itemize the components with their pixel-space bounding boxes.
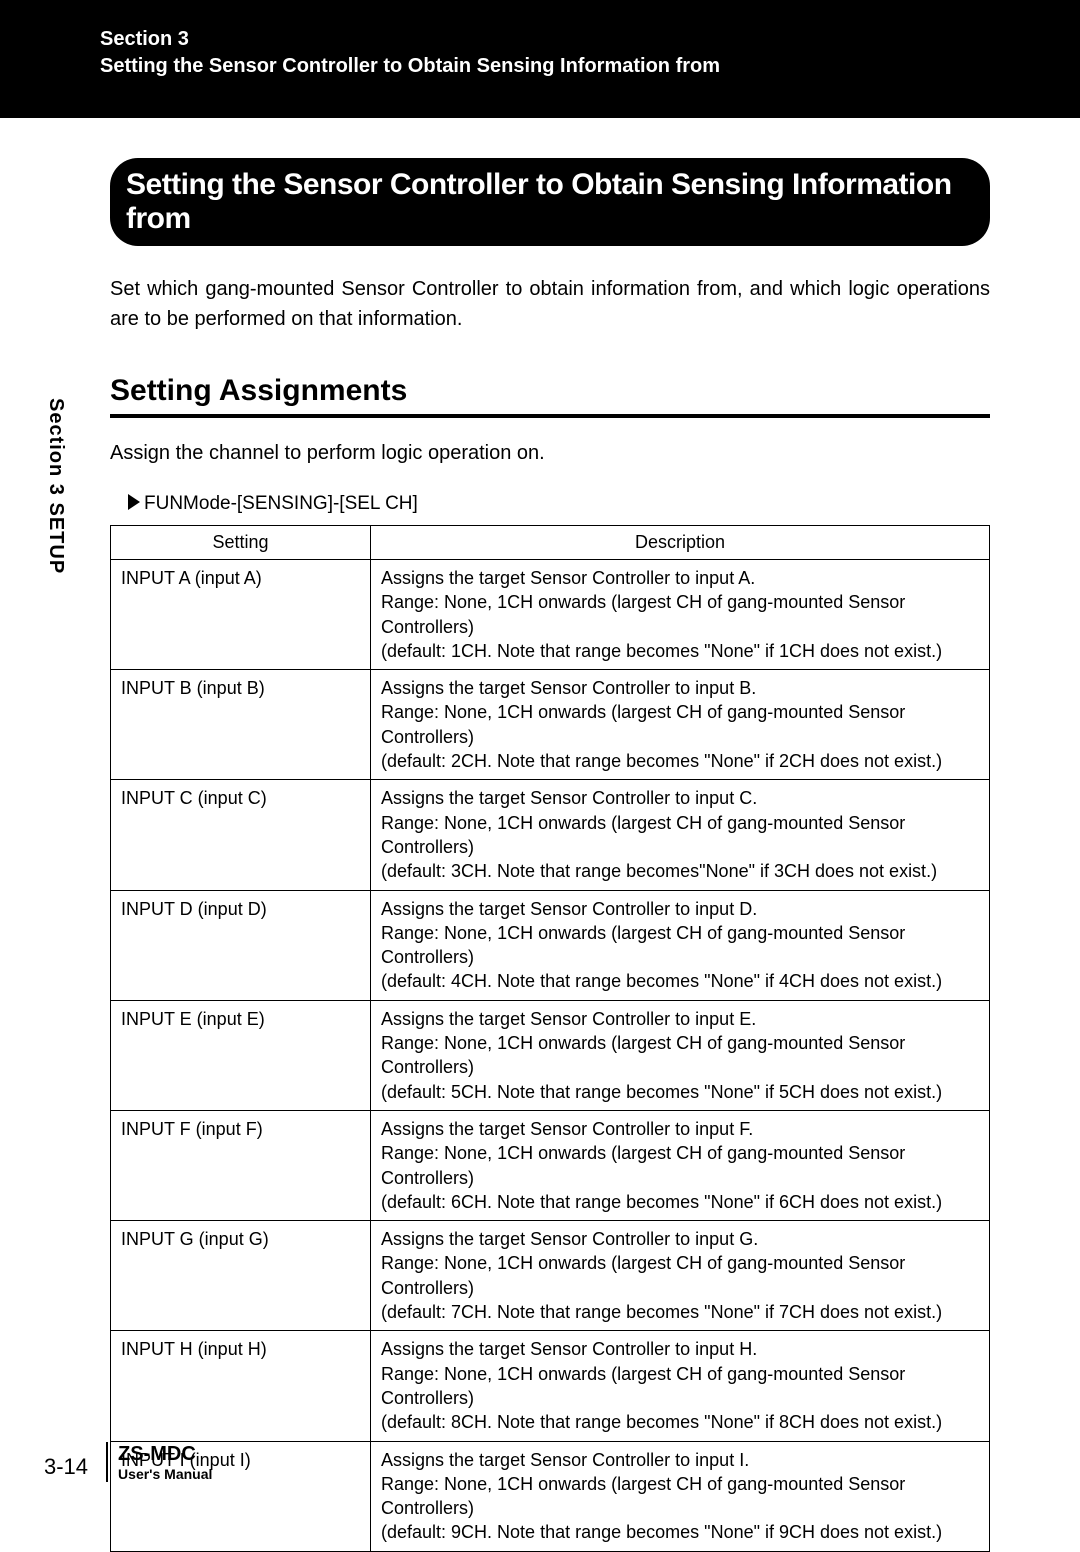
description-cell: Assigns the target Sensor Controller to … xyxy=(371,1110,990,1220)
table-header-setting: Setting xyxy=(111,526,371,560)
table-row: INPUT F (input F)Assigns the target Sens… xyxy=(111,1110,990,1220)
table-header-description: Description xyxy=(371,526,990,560)
table-row: INPUT D (input D)Assigns the target Sens… xyxy=(111,890,990,1000)
assign-description: Assign the channel to perform logic oper… xyxy=(110,442,990,465)
setting-cell: INPUT E (input E) xyxy=(111,1000,371,1110)
settings-table: Setting Description INPUT A (input A)Ass… xyxy=(110,525,990,1552)
table-row: INPUT A (input A)Assigns the target Sens… xyxy=(111,560,990,670)
setting-cell: INPUT D (input D) xyxy=(111,890,371,1000)
side-tab-text: Section 3 SETUP xyxy=(45,398,67,574)
description-cell: Assigns the target Sensor Controller to … xyxy=(371,1331,990,1441)
table-row: INPUT I (input I)Assigns the target Sens… xyxy=(111,1441,990,1551)
footer-manual: User's Manual xyxy=(118,1466,212,1482)
header-section-title: Setting the Sensor Controller to Obtain … xyxy=(100,55,1080,78)
funmode-text: FUNMode-[SENSING]-[SEL CH] xyxy=(144,493,418,514)
table-row: INPUT C (input C)Assigns the target Sens… xyxy=(111,780,990,890)
description-cell: Assigns the target Sensor Controller to … xyxy=(371,780,990,890)
funmode-path: FUNMode-[SENSING]-[SEL CH] xyxy=(128,493,990,515)
page-number: 3-14 xyxy=(44,1454,88,1482)
table-row: INPUT B (input B)Assigns the target Sens… xyxy=(111,670,990,780)
table-row: INPUT E (input E)Assigns the target Sens… xyxy=(111,1000,990,1110)
description-cell: Assigns the target Sensor Controller to … xyxy=(371,1221,990,1331)
setting-cell: INPUT G (input G) xyxy=(111,1221,371,1331)
page-title-pill: Setting the Sensor Controller to Obtain … xyxy=(110,158,990,246)
header-section-number: Section 3 xyxy=(100,28,1080,51)
description-cell: Assigns the target Sensor Controller to … xyxy=(371,560,990,670)
table-row: INPUT G (input G)Assigns the target Sens… xyxy=(111,1221,990,1331)
footer-text: ZS-MDC User's Manual xyxy=(118,1443,212,1482)
setting-cell: INPUT C (input C) xyxy=(111,780,371,890)
subheading-setting-assignments: Setting Assignments xyxy=(110,374,990,418)
table-row: INPUT H (input H)Assigns the target Sens… xyxy=(111,1331,990,1441)
setting-cell: INPUT A (input A) xyxy=(111,560,371,670)
setting-cell: INPUT B (input B) xyxy=(111,670,371,780)
content-area: Setting the Sensor Controller to Obtain … xyxy=(0,118,1080,1552)
intro-paragraph: Set which gang-mounted Sensor Controller… xyxy=(110,274,990,334)
description-cell: Assigns the target Sensor Controller to … xyxy=(371,670,990,780)
header-bar: Section 3 Setting the Sensor Controller … xyxy=(0,0,1080,118)
footer-divider xyxy=(106,1442,108,1482)
setting-cell: INPUT F (input F) xyxy=(111,1110,371,1220)
description-cell: Assigns the target Sensor Controller to … xyxy=(371,890,990,1000)
setting-cell: INPUT H (input H) xyxy=(111,1331,371,1441)
description-cell: Assigns the target Sensor Controller to … xyxy=(371,1000,990,1110)
description-cell: Assigns the target Sensor Controller to … xyxy=(371,1441,990,1551)
footer-model: ZS-MDC xyxy=(118,1443,212,1466)
triangle-right-icon xyxy=(128,494,140,510)
side-tab: Section 3 SETUP xyxy=(44,398,67,574)
footer: 3-14 ZS-MDC User's Manual xyxy=(44,1442,212,1482)
